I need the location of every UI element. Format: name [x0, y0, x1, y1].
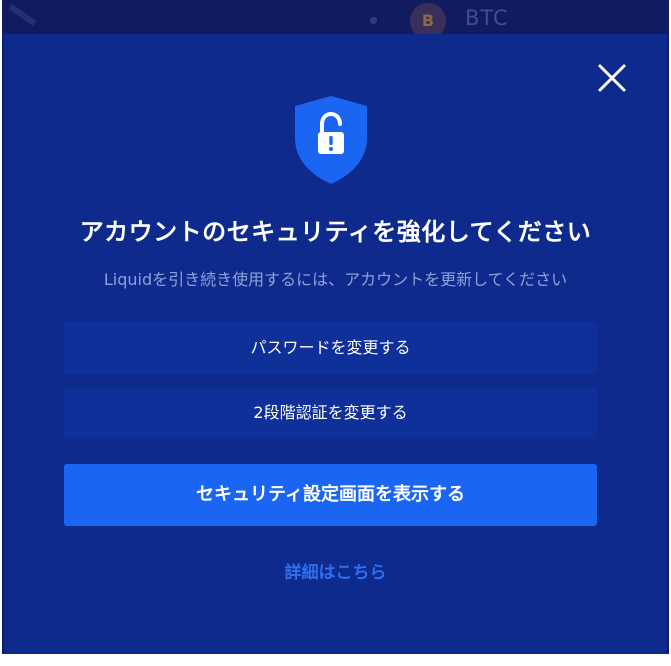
- background-status-dot: [370, 17, 377, 24]
- btc-coin-icon: B: [410, 3, 446, 34]
- background-app-header: B BTC: [2, 0, 669, 34]
- background-logo: [8, 4, 37, 27]
- change-password-button[interactable]: パスワードを変更する: [64, 322, 597, 374]
- shield-lock-icon: [291, 94, 371, 186]
- modal-title: アカウントのセキュリティを強化してください: [79, 218, 592, 246]
- modal-subtitle: Liquidを引き続き使用するには、アカウントを更新してください: [103, 270, 568, 289]
- background-ticker: BTC: [465, 6, 509, 30]
- close-icon: [598, 64, 626, 92]
- details-link[interactable]: 詳細はこちら: [0, 558, 671, 583]
- security-settings-button[interactable]: セキュリティ設定画面を表示する: [64, 464, 597, 526]
- modal-bottom-edge: [2, 654, 669, 666]
- change-2fa-button[interactable]: 2段階認証を変更する: [64, 387, 597, 439]
- close-button[interactable]: [594, 60, 630, 96]
- screen: B BTC アカウントのセキュリティを強化してください Liquidを引き続き使…: [0, 0, 671, 666]
